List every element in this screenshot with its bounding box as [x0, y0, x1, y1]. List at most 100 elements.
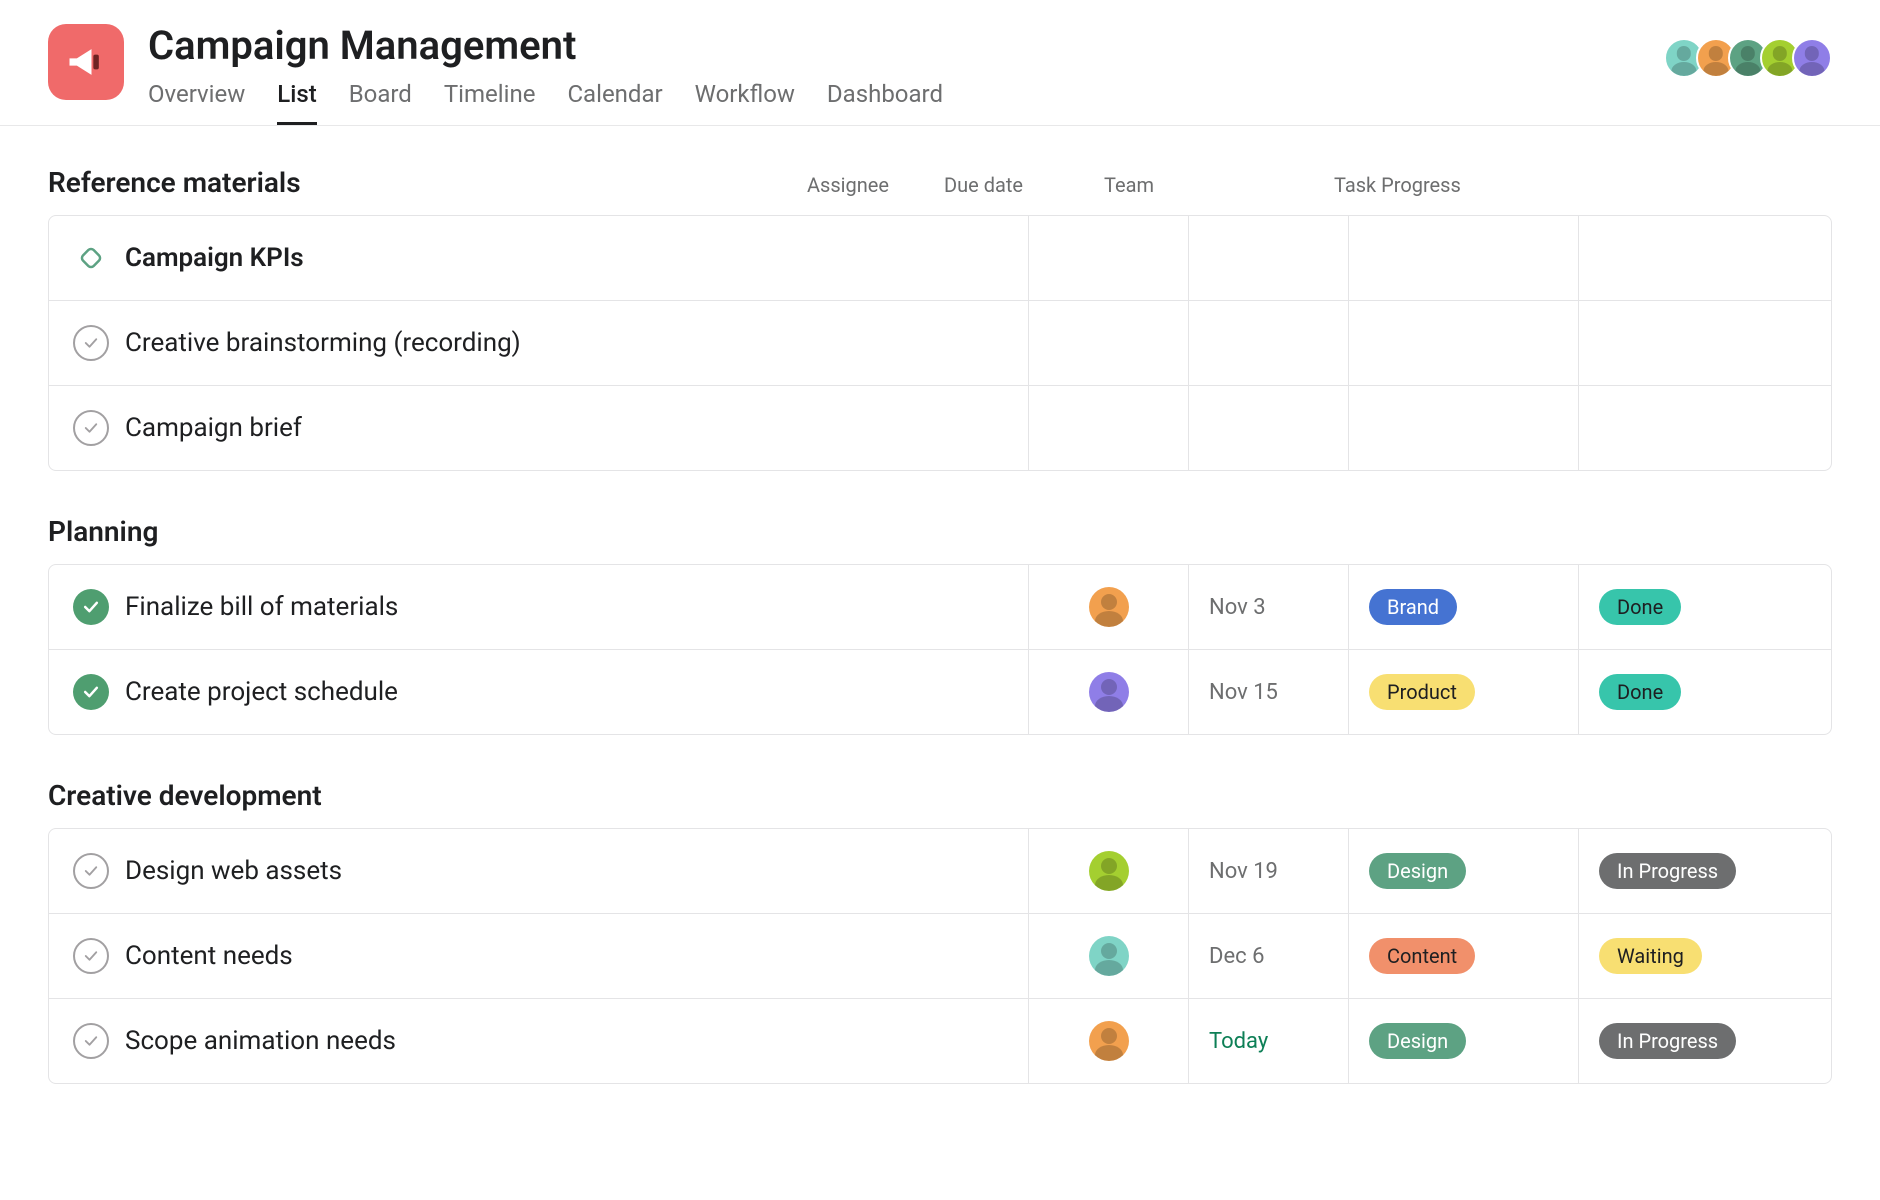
team-cell[interactable]: Brand [1349, 565, 1579, 649]
progress-cell[interactable] [1579, 216, 1809, 300]
tab-list[interactable]: List [277, 80, 316, 125]
assignee-cell[interactable] [1029, 565, 1189, 649]
task-row[interactable]: Campaign KPIs [49, 216, 1831, 301]
task-table: Finalize bill of materials Nov 3 Brand Done… [48, 564, 1832, 735]
milestone-icon [73, 240, 109, 276]
progress-pill[interactable]: Waiting [1599, 938, 1702, 974]
due-date-cell[interactable] [1189, 386, 1349, 470]
check-complete-icon[interactable] [73, 589, 109, 625]
check-complete-icon[interactable] [73, 674, 109, 710]
task-row[interactable]: Create project schedule Nov 15 Product Done [49, 650, 1831, 734]
assignee-avatar[interactable] [1089, 851, 1129, 891]
column-header-team[interactable]: Team [1088, 173, 1318, 197]
team-pill[interactable]: Content [1369, 938, 1475, 974]
assignee-avatar[interactable] [1089, 1021, 1129, 1061]
assignee-avatar[interactable] [1089, 587, 1129, 627]
section-title[interactable]: Creative development [48, 779, 768, 812]
assignee-cell[interactable] [1029, 914, 1189, 998]
task-row[interactable]: Creative brainstorming (recording) [49, 301, 1831, 386]
progress-pill[interactable]: In Progress [1599, 853, 1736, 889]
tab-overview[interactable]: Overview [148, 80, 245, 125]
due-date-cell[interactable]: Today [1189, 999, 1349, 1083]
due-date-cell[interactable]: Nov 3 [1189, 565, 1349, 649]
team-cell[interactable] [1349, 301, 1579, 385]
assignee-avatar[interactable] [1089, 672, 1129, 712]
tab-dashboard[interactable]: Dashboard [827, 80, 943, 125]
assignee-avatar[interactable] [1089, 936, 1129, 976]
team-cell[interactable]: Content [1349, 914, 1579, 998]
task-row[interactable]: Design web assets Nov 19 Design In Progress [49, 829, 1831, 914]
progress-cell[interactable]: Done [1579, 565, 1809, 649]
assignee-cell[interactable] [1029, 216, 1189, 300]
content-area: Reference materialsAssigneeDue dateTeamT… [0, 126, 1880, 1164]
task-cell[interactable]: Campaign brief [49, 386, 1029, 470]
member-avatar[interactable] [1792, 38, 1832, 78]
task-table: Campaign KPIs Creative brainstorming (rec… [48, 215, 1832, 471]
megaphone-icon [64, 40, 108, 84]
progress-pill[interactable]: Done [1599, 589, 1681, 625]
progress-cell[interactable] [1579, 301, 1809, 385]
team-pill[interactable]: Design [1369, 853, 1466, 889]
tab-calendar[interactable]: Calendar [567, 80, 662, 125]
task-name: Creative brainstorming (recording) [125, 328, 521, 358]
task-cell[interactable]: Campaign KPIs [49, 216, 1029, 300]
team-cell[interactable]: Product [1349, 650, 1579, 734]
member-avatars[interactable] [1664, 38, 1832, 78]
due-date-cell[interactable]: Nov 19 [1189, 829, 1349, 913]
check-incomplete-icon[interactable] [73, 938, 109, 974]
check-incomplete-icon[interactable] [73, 853, 109, 889]
team-cell[interactable]: Design [1349, 999, 1579, 1083]
assignee-cell[interactable] [1029, 999, 1189, 1083]
task-name: Finalize bill of materials [125, 592, 398, 622]
task-cell[interactable]: Design web assets [49, 829, 1029, 913]
due-date-cell[interactable] [1189, 216, 1349, 300]
assignee-cell[interactable] [1029, 386, 1189, 470]
task-row[interactable]: Campaign brief [49, 386, 1831, 470]
task-name: Create project schedule [125, 677, 398, 707]
task-row[interactable]: Scope animation needs Today Design In Progr… [49, 999, 1831, 1083]
task-table: Design web assets Nov 19 Design In Progress… [48, 828, 1832, 1084]
team-cell[interactable] [1349, 386, 1579, 470]
assignee-cell[interactable] [1029, 829, 1189, 913]
due-date-cell[interactable]: Nov 15 [1189, 650, 1349, 734]
tab-workflow[interactable]: Workflow [695, 80, 795, 125]
team-cell[interactable]: Design [1349, 829, 1579, 913]
section-title[interactable]: Reference materials [48, 166, 768, 199]
team-pill[interactable]: Design [1369, 1023, 1466, 1059]
check-incomplete-icon[interactable] [73, 410, 109, 446]
progress-cell[interactable]: Waiting [1579, 914, 1809, 998]
task-cell[interactable]: Finalize bill of materials [49, 565, 1029, 649]
section-title[interactable]: Planning [48, 515, 768, 548]
column-header-assignee[interactable]: Assignee [768, 173, 928, 197]
team-pill[interactable]: Product [1369, 674, 1475, 710]
due-date-cell[interactable]: Dec 6 [1189, 914, 1349, 998]
column-headers: AssigneeDue dateTeamTask Progress [768, 173, 1832, 197]
team-pill[interactable]: Brand [1369, 589, 1457, 625]
check-incomplete-icon[interactable] [73, 325, 109, 361]
task-row[interactable]: Content needs Dec 6 Content Waiting [49, 914, 1831, 999]
progress-cell[interactable]: Done [1579, 650, 1809, 734]
due-date-cell[interactable] [1189, 301, 1349, 385]
team-cell[interactable] [1349, 216, 1579, 300]
task-cell[interactable]: Creative brainstorming (recording) [49, 301, 1029, 385]
column-header-due[interactable]: Due date [928, 173, 1088, 197]
progress-pill[interactable]: Done [1599, 674, 1681, 710]
project-title: Campaign Management [148, 24, 1664, 68]
header-main: Campaign Management Overview List Board Tim… [148, 24, 1664, 125]
assignee-cell[interactable] [1029, 301, 1189, 385]
progress-cell[interactable]: In Progress [1579, 999, 1809, 1083]
task-cell[interactable]: Create project schedule [49, 650, 1029, 734]
progress-cell[interactable] [1579, 386, 1809, 470]
task-cell[interactable]: Scope animation needs [49, 999, 1029, 1083]
progress-cell[interactable]: In Progress [1579, 829, 1809, 913]
progress-pill[interactable]: In Progress [1599, 1023, 1736, 1059]
tab-timeline[interactable]: Timeline [444, 80, 536, 125]
tab-board[interactable]: Board [349, 80, 412, 125]
assignee-cell[interactable] [1029, 650, 1189, 734]
column-header-progress[interactable]: Task Progress [1318, 173, 1548, 197]
tabs: Overview List Board Timeline Calendar Workflo… [148, 80, 1664, 125]
task-row[interactable]: Finalize bill of materials Nov 3 Brand Done [49, 565, 1831, 650]
header: Campaign Management Overview List Board Tim… [0, 0, 1880, 126]
task-cell[interactable]: Content needs [49, 914, 1029, 998]
check-incomplete-icon[interactable] [73, 1023, 109, 1059]
